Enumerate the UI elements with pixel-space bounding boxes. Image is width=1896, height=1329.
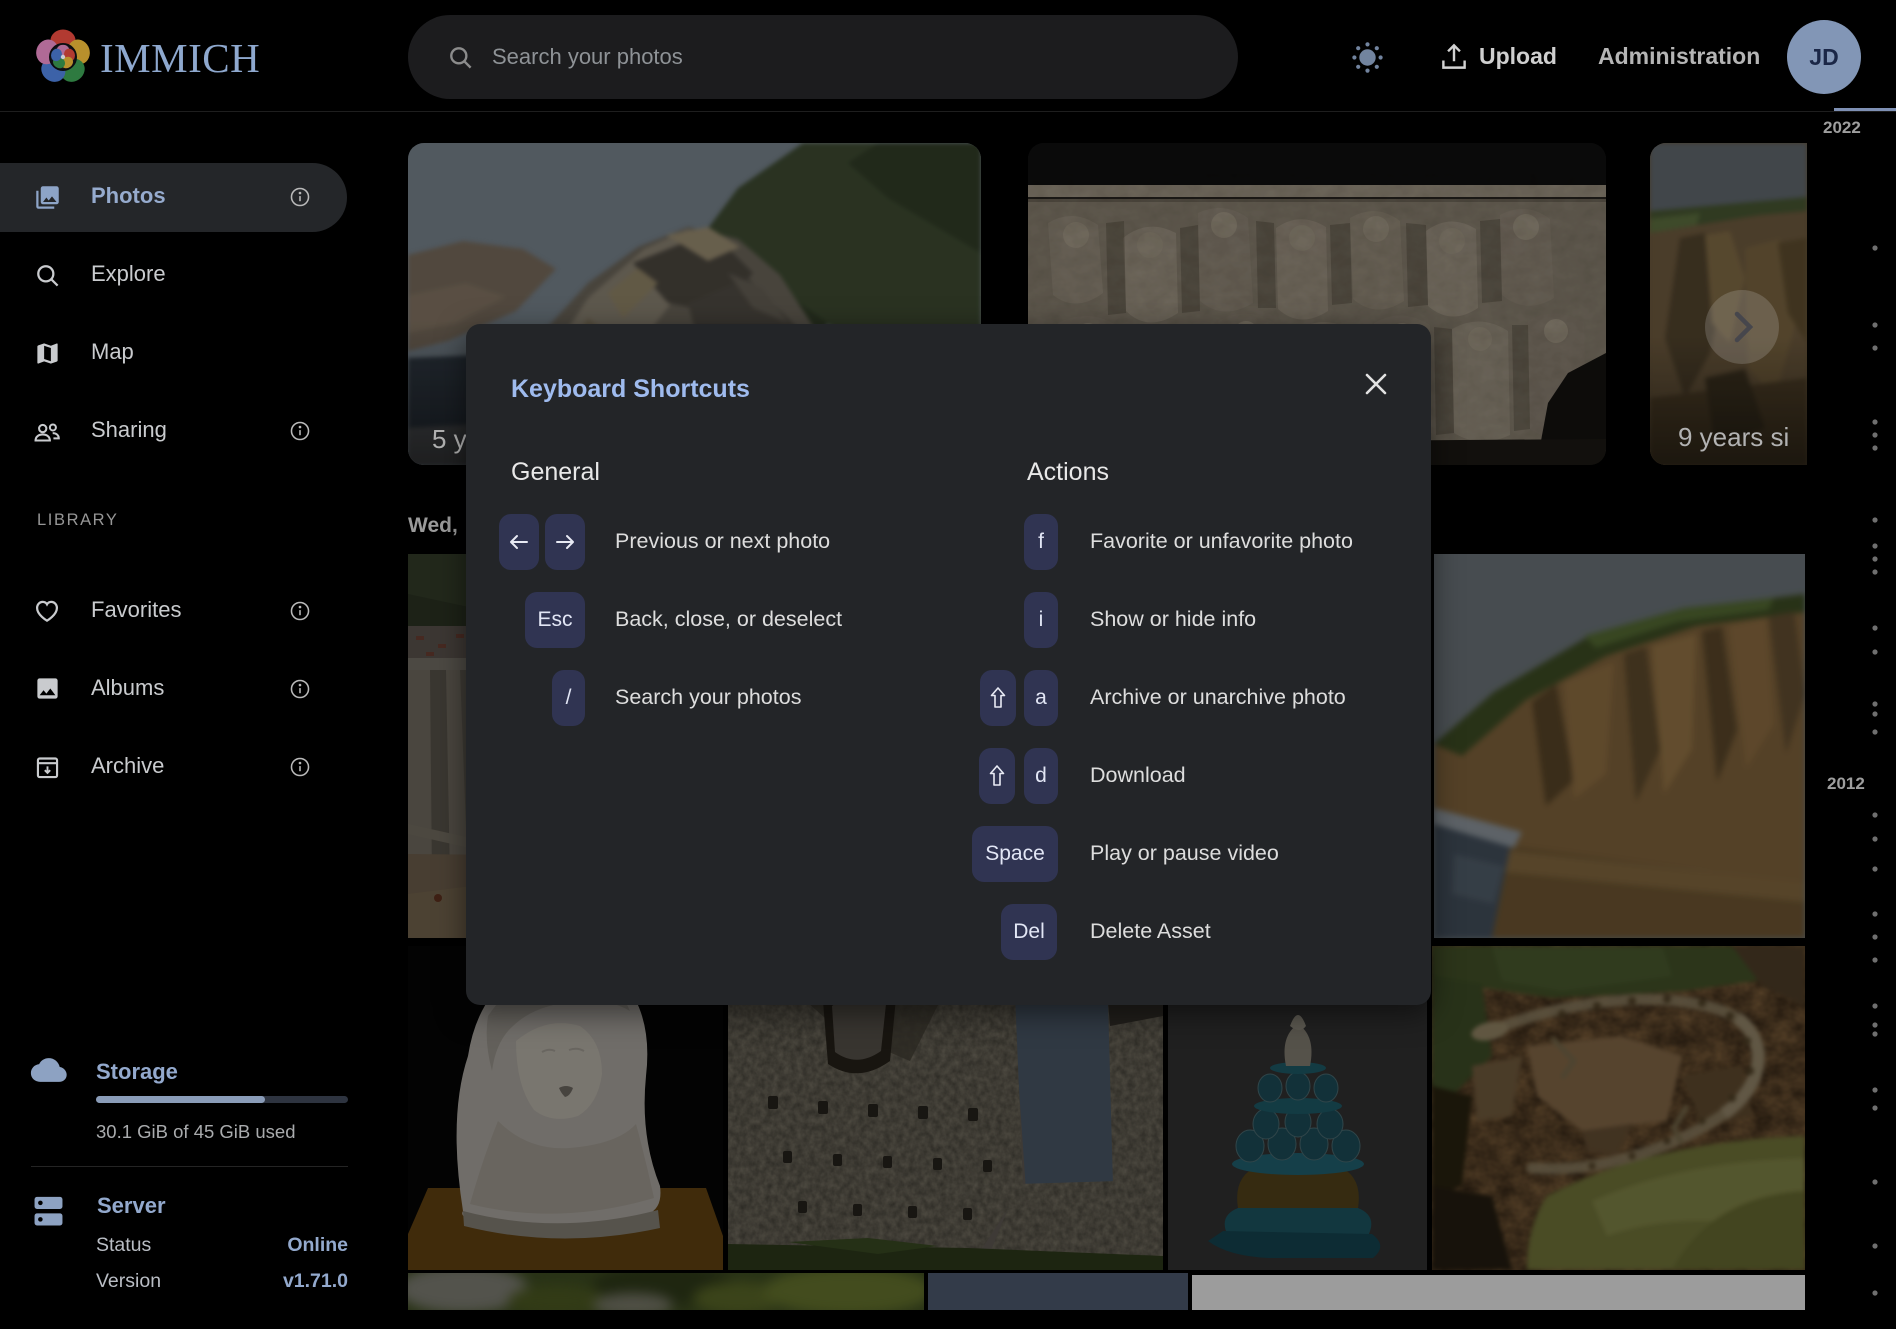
svg-text:9 years si: 9 years si [1678,422,1789,452]
